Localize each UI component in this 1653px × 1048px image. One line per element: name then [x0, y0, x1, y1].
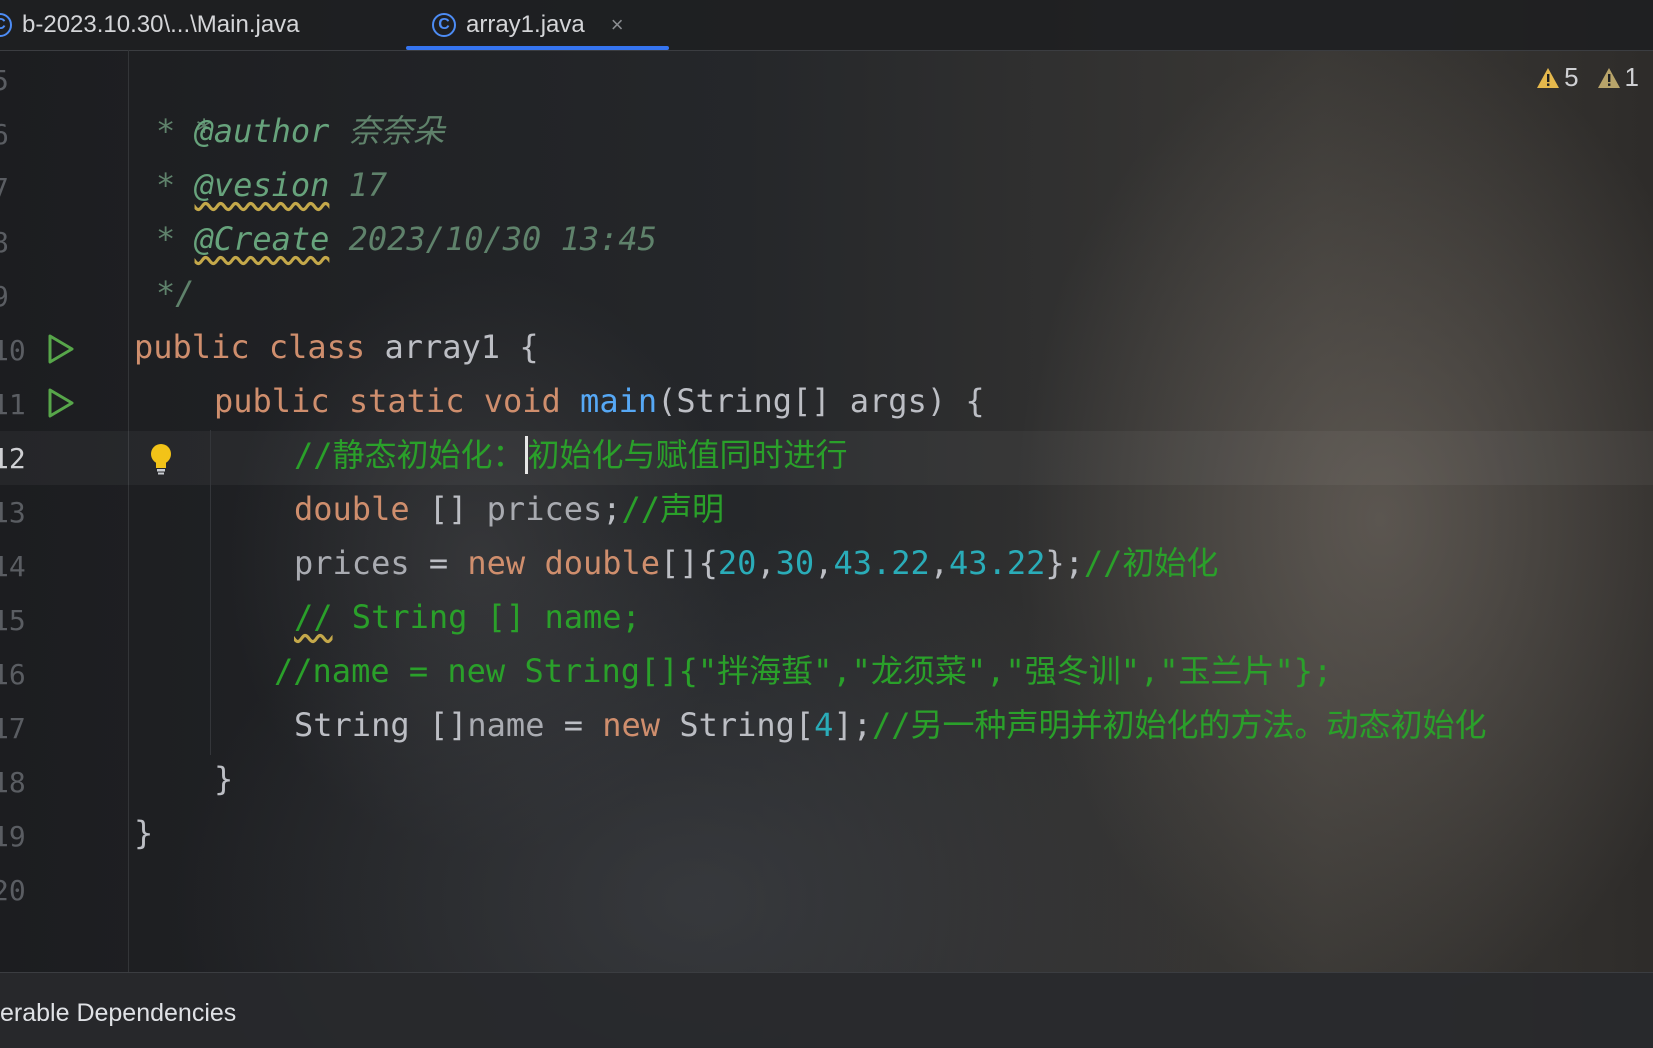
number-literal: 43.22 [949, 544, 1046, 582]
line-comment: //静态初始化： [294, 436, 525, 474]
comment-text: 奈奈朵 [329, 112, 445, 150]
number-literal: 20 [717, 544, 757, 582]
code-line-18[interactable]: } [214, 752, 233, 806]
code-line-6[interactable]: * @author 奈奈朵 [156, 104, 445, 158]
line-number: 16 [0, 658, 26, 691]
line-number: 19 [0, 820, 26, 853]
weak-warning-icon [1597, 67, 1620, 88]
number-literal: 43.22 [833, 544, 930, 582]
line-number: 14 [0, 550, 26, 583]
warning-icon [1537, 67, 1560, 88]
keyword: new double [467, 544, 661, 582]
comment-text: * [156, 166, 195, 204]
line-number: 8 [0, 226, 9, 259]
line-comment: //初始化 [1083, 544, 1219, 582]
line-number: 13 [0, 496, 26, 529]
run-class-icon[interactable] [44, 333, 76, 365]
class-icon: C [432, 13, 456, 37]
line-number: 18 [0, 766, 26, 799]
code-line-13[interactable]: double [] prices;//声明 [294, 482, 724, 536]
code-text: } [214, 760, 234, 798]
javadoc-tag-warning: @Create [194, 220, 330, 258]
line-number: 20 [0, 874, 26, 907]
javadoc-tag: @author [194, 112, 330, 150]
code-text: }; [1045, 544, 1084, 582]
line-number: 15 [0, 604, 26, 637]
comment-text: * [156, 220, 195, 258]
line-number: 7 [0, 172, 9, 205]
tab-array1-java-label: array1.java [466, 11, 585, 38]
comment-text: * [156, 112, 195, 150]
lightbulb-icon[interactable] [150, 443, 172, 475]
weak-warnings-counter[interactable]: 1 [1597, 62, 1639, 93]
warnings-counter[interactable]: 5 [1536, 62, 1579, 93]
code-line-15[interactable]: // String [] name; [294, 590, 641, 644]
method-name: main [560, 382, 658, 420]
code-text: []{ [660, 544, 718, 582]
tab-array1-java[interactable]: C array1.java × [406, 0, 669, 50]
run-main-icon[interactable] [44, 387, 76, 419]
code-text: ]; [833, 706, 872, 744]
code-line-11[interactable]: public static void main(String[] args) { [214, 374, 985, 428]
code-line-14[interactable]: prices = new double[]{20,30,43.22,43.22}… [294, 536, 1218, 590]
weak-warnings-count: 1 [1624, 62, 1639, 92]
tab-main-java[interactable]: C b-2023.10.30\...\Main.java [0, 0, 300, 50]
code-text: ; [602, 490, 622, 528]
code-text: String[ [660, 706, 815, 744]
line-comment: 初始化与赋值同时进行 [527, 436, 848, 474]
code-text: [] [409, 490, 487, 528]
close-tab-icon[interactable]: × [611, 12, 624, 38]
line-number-current: 12 [0, 442, 26, 475]
comment-text: 17 [329, 166, 388, 204]
code-text: } [134, 814, 154, 852]
bottom-tool-window-bar: erable Dependencies [0, 972, 1653, 1048]
code-text: (String[] args) { [657, 382, 985, 420]
line-comment: //声明 [621, 490, 725, 528]
code-line-8[interactable]: * @Create 2023/10/30 13:45 [156, 212, 657, 266]
indent-guide [210, 430, 211, 755]
code-line-9[interactable]: */ [156, 266, 195, 320]
keyword: double [294, 490, 410, 528]
code-line-16[interactable]: //name = new String[]{"拌海蜇","龙须菜","强冬训",… [274, 644, 1332, 698]
comment-text: 2023/10/30 13:45 [329, 220, 657, 258]
code-line-12[interactable]: //静态初始化：初始化与赋值同时进行 [294, 428, 848, 482]
keyword: public class [134, 328, 366, 366]
number-literal: 30 [775, 544, 815, 582]
variable-name: prices [294, 544, 410, 582]
line-comment: //name = new String[]{"拌海蜇","龙须菜","强冬训",… [274, 652, 1333, 690]
editor-tab-bar: C b-2023.10.30\...\Main.java C array1.ja… [0, 0, 1653, 51]
inspection-widget[interactable]: 5 1 [1536, 62, 1639, 93]
comment-text: */ [156, 274, 195, 312]
code-line-17[interactable]: String []name = new String[4];//另一种声明并初始… [294, 698, 1487, 752]
line-number: 11 [0, 388, 26, 421]
warnings-count: 5 [1564, 62, 1579, 92]
line-comment: //另一种声明并初始化的方法。动态初始化 [871, 706, 1487, 744]
line-comment-warning: // [294, 598, 333, 636]
number-literal: 4 [814, 706, 834, 744]
line-number: 9 [0, 280, 9, 313]
class-name: array1 { [365, 328, 539, 366]
code-text: String [] [294, 706, 468, 744]
keyword: new [602, 706, 661, 744]
line-number: 5 [0, 64, 9, 97]
active-tab-indicator [406, 46, 669, 50]
line-number: 17 [0, 712, 26, 745]
code-text: = [544, 706, 603, 744]
gutter-separator [128, 50, 129, 972]
code-line-10[interactable]: public class array1 { [134, 320, 539, 374]
code-line-7[interactable]: * @vesion 17 [156, 158, 387, 212]
variable-name: name [467, 706, 545, 744]
line-number: 10 [0, 334, 26, 367]
line-number: 6 [0, 118, 9, 151]
keyword: public static void [214, 382, 561, 420]
line-comment: String [] name; [332, 598, 641, 636]
class-icon: C [0, 13, 12, 37]
code-line-19[interactable]: } [134, 806, 153, 860]
code-text: = [409, 544, 468, 582]
variable-name: prices [486, 490, 603, 528]
tab-main-java-label: b-2023.10.30\...\Main.java [22, 11, 300, 38]
vulnerable-dependencies-tab[interactable]: erable Dependencies [0, 999, 236, 1028]
javadoc-tag-warning: @vesion [194, 166, 330, 204]
